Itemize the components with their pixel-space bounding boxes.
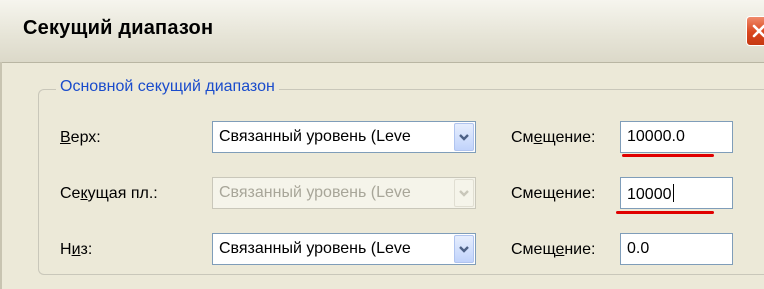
bottom-offset-value: 0.0	[627, 240, 650, 257]
annotation-underline-top	[622, 154, 714, 157]
window-title: Секущий диапазон	[23, 17, 214, 39]
top-offset-value: 10000.0	[627, 128, 685, 145]
chevron-down-icon	[459, 190, 469, 197]
title-bar: Секущий диапазон	[0, 0, 764, 63]
close-button[interactable]	[746, 16, 764, 46]
close-x-icon	[752, 24, 764, 38]
bottom-level-combo-value: Связанный уровень (Leve	[219, 240, 411, 257]
annotation-underline-cut-plane	[616, 211, 714, 214]
bottom-offset-input[interactable]: 0.0	[620, 233, 733, 265]
group-legend: Основной секущий диапазон	[56, 78, 279, 96]
top-level-combo[interactable]: Связанный уровень (Leve	[212, 121, 476, 153]
bottom-level-combo[interactable]: Связанный уровень (Leve	[212, 233, 476, 265]
cut-plane-offset-value: 10000	[627, 186, 672, 203]
top-level-label: Верх:	[60, 129, 101, 146]
window-border	[0, 62, 2, 289]
top-level-dropdown-button[interactable]	[454, 123, 474, 151]
top-level-combo-value: Связанный уровень (Leve	[219, 128, 411, 145]
top-offset-label: Смещение:	[511, 129, 596, 146]
bottom-level-label: Низ:	[60, 241, 93, 258]
bottom-level-dropdown-button[interactable]	[454, 235, 474, 263]
cut-plane-combo: Связанный уровень (Leve	[212, 177, 476, 209]
chevron-down-icon	[459, 134, 469, 141]
text-caret	[672, 184, 674, 202]
cut-plane-offset-value-wrap: 10000	[627, 184, 674, 204]
bottom-offset-label: Смещение:	[511, 241, 596, 258]
chevron-down-icon	[459, 246, 469, 253]
cut-plane-offset-input[interactable]: 10000	[620, 177, 733, 209]
cut-plane-label: Секущая пл.:	[60, 185, 158, 202]
top-offset-input[interactable]: 10000.0	[620, 121, 733, 153]
cut-plane-dropdown-button	[454, 179, 474, 207]
cut-plane-combo-value: Связанный уровень (Leve	[219, 184, 411, 201]
cut-plane-offset-label: Смещение:	[511, 185, 596, 202]
